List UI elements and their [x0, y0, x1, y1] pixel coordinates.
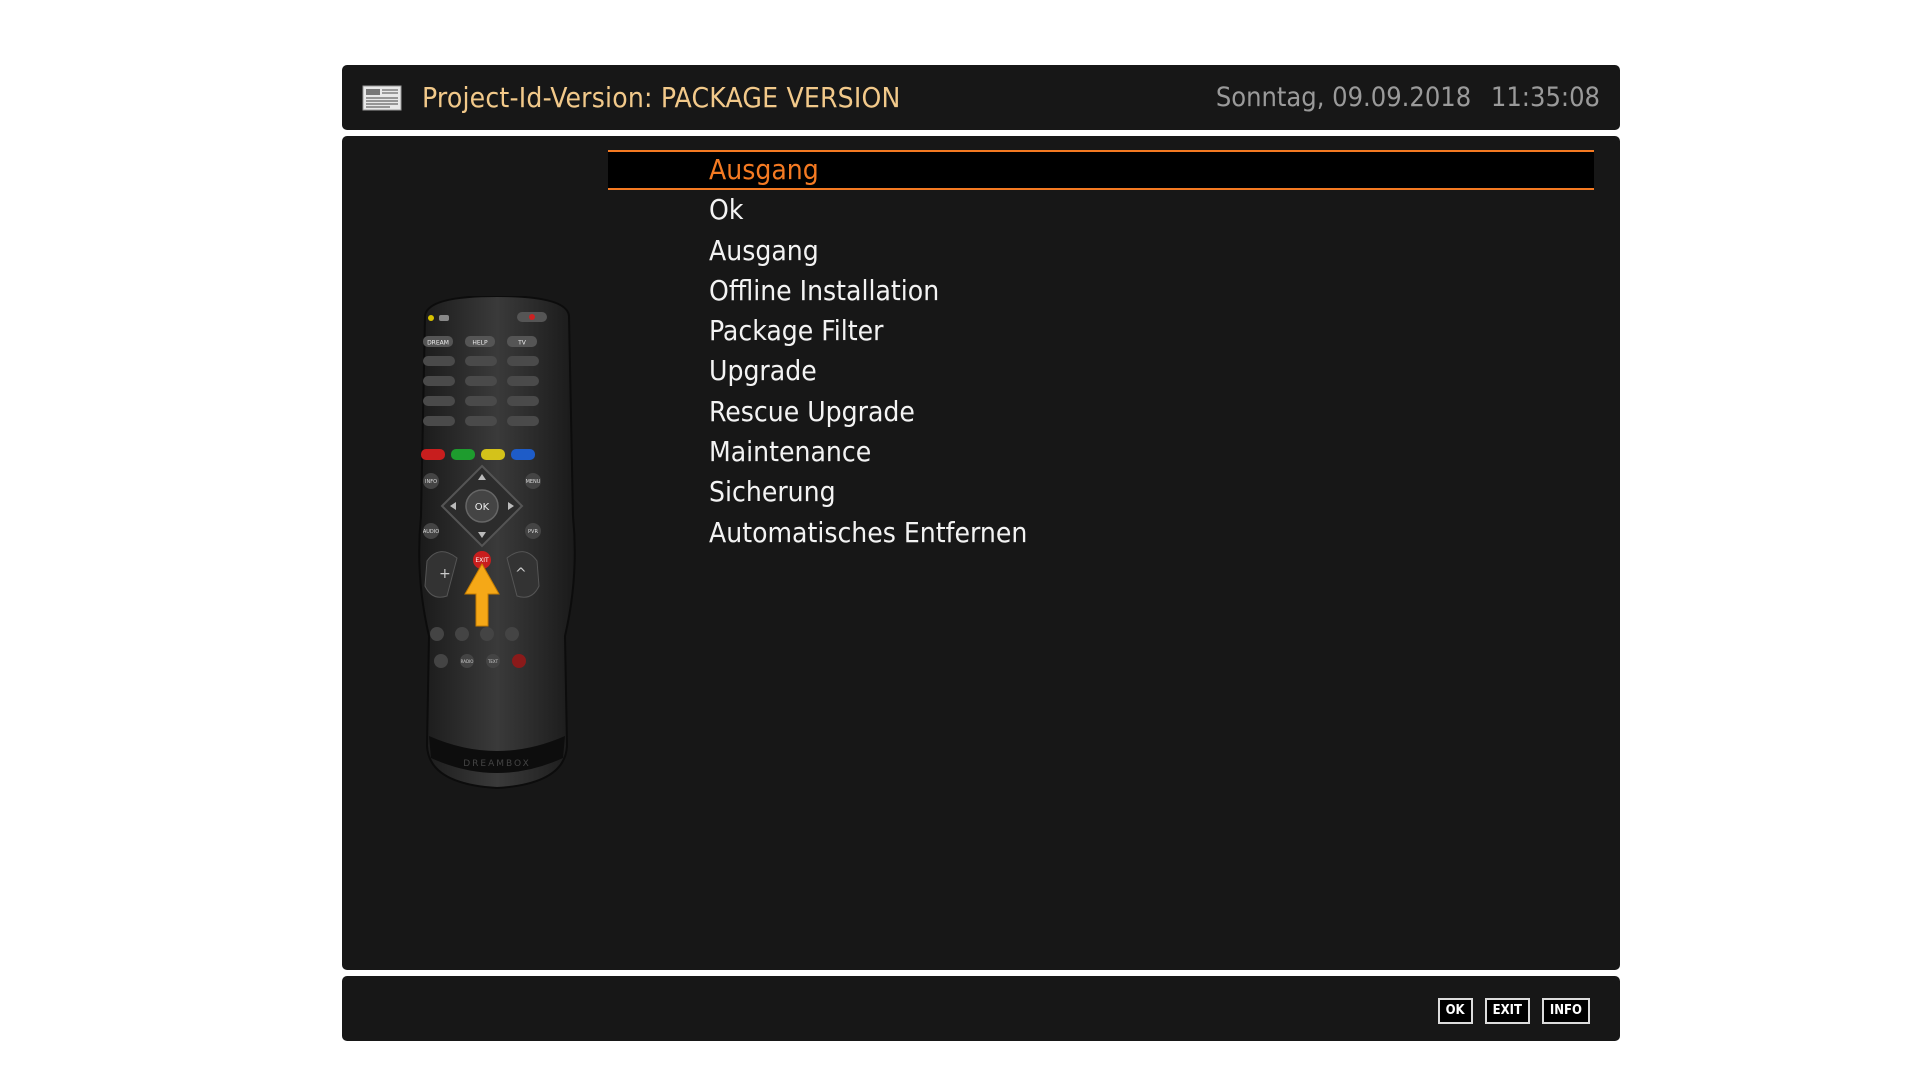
menu-item[interactable]: Offline Installation	[608, 271, 1594, 311]
remote-control-icon: DREAM HELP TV INFO MENU OK AUDIO PVR + ^…	[418, 296, 576, 790]
time-text: 11:35:08	[1490, 82, 1600, 113]
clock: Sonntag, 09.09.2018 11:35:08	[1216, 65, 1600, 130]
svg-text:^: ^	[515, 566, 527, 582]
page-title: Project-Id-Version: PACKAGE VERSION	[422, 81, 901, 114]
menu-button-label: MENU	[526, 479, 541, 485]
svg-text:+: +	[439, 566, 451, 582]
exit-button-label: EXIT	[475, 557, 489, 564]
ok-key-hint[interactable]: OK	[1437, 998, 1473, 1024]
header-bar: Project-Id-Version: PACKAGE VERSION Sonn…	[342, 65, 1620, 130]
main-panel: DREAM HELP TV INFO MENU OK AUDIO PVR + ^…	[342, 136, 1620, 970]
menu-item[interactable]: Ausgang	[608, 150, 1594, 191]
ok-button-label: OK	[475, 502, 490, 513]
remote-brand: DREAMBOX	[463, 759, 530, 769]
menu-item[interactable]: Package Filter	[608, 311, 1594, 351]
menu-item[interactable]: Sicherung	[608, 472, 1594, 512]
exit-key-hint[interactable]: EXIT	[1484, 998, 1530, 1024]
help-button-label: HELP	[472, 340, 488, 347]
text-button-label: TEXT	[487, 659, 499, 664]
footer-bar: OK EXIT INFO	[342, 976, 1620, 1041]
pvr-button-label: PVR	[528, 529, 538, 535]
menu-item[interactable]: Upgrade	[608, 351, 1594, 391]
menu-item[interactable]: Ok	[608, 190, 1594, 230]
menu-list: Ausgang Ok Ausgang Offline Installation Pack…	[608, 150, 1594, 553]
dream-button-label: DREAM	[427, 340, 449, 347]
menu-item[interactable]: Maintenance	[608, 432, 1594, 472]
menu-item[interactable]: Automatisches Entfernen	[608, 513, 1594, 553]
info-key-hint[interactable]: INFO	[1541, 998, 1590, 1024]
menu-item[interactable]: Rescue Upgrade	[608, 392, 1594, 432]
key-hints: OK EXIT INFO	[1437, 998, 1590, 1024]
tv-button-label: TV	[517, 340, 527, 347]
menu-item[interactable]: Ausgang	[608, 231, 1594, 271]
date-text: Sonntag, 09.09.2018	[1215, 82, 1472, 113]
info-button-label: INFO	[425, 479, 437, 485]
audio-button-label: AUDIO	[423, 529, 439, 535]
newspaper-icon	[362, 85, 402, 111]
radio-button-label: RADIO	[461, 659, 474, 664]
